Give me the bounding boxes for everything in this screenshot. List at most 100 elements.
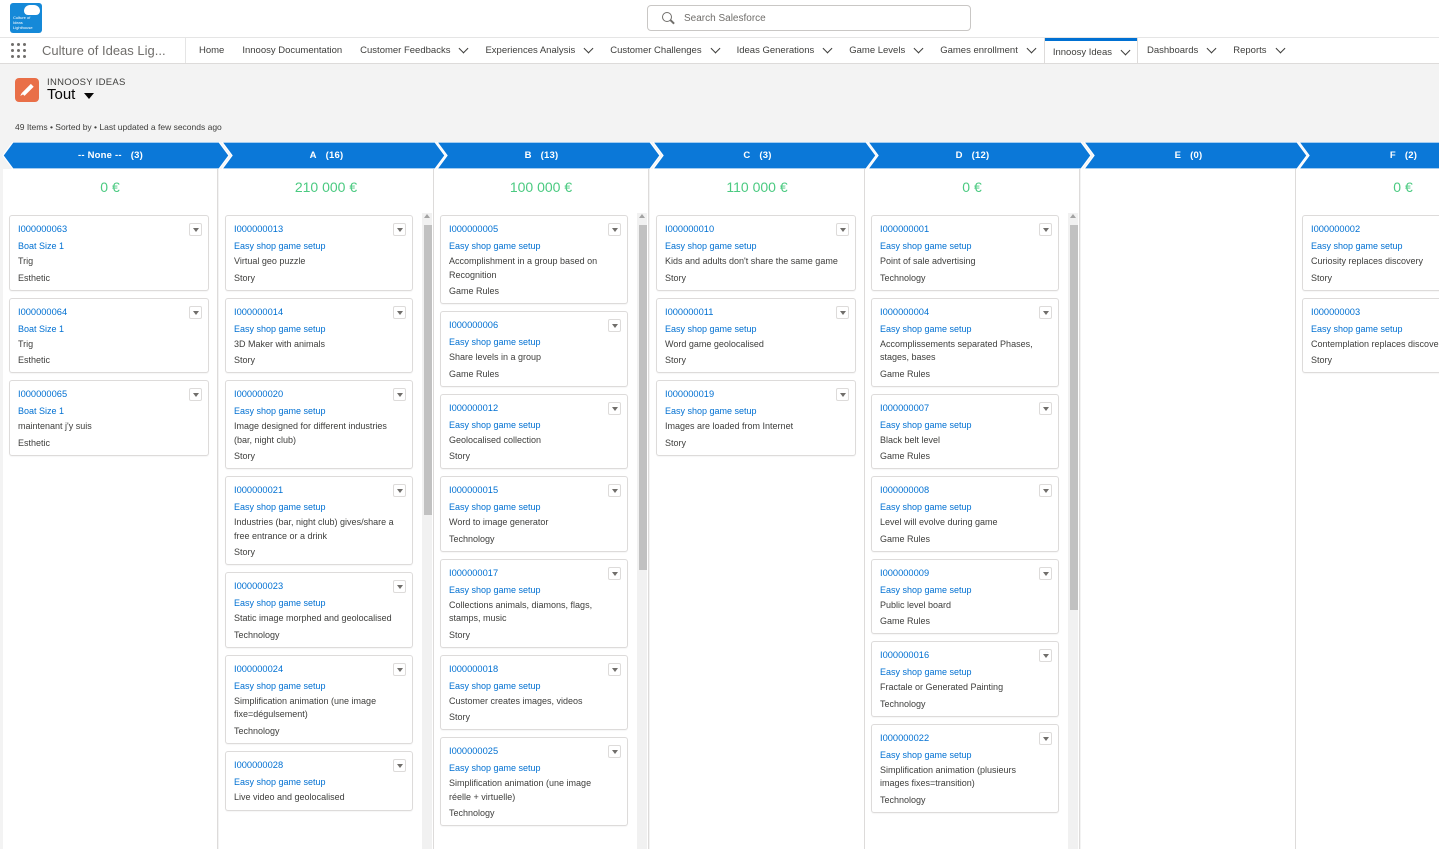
card-menu-button[interactable] <box>608 319 621 332</box>
scrollbar-thumb[interactable] <box>1070 225 1078 610</box>
card-menu-button[interactable] <box>836 305 849 319</box>
record-parent-link[interactable]: Easy shop game setup <box>665 240 847 252</box>
record-card[interactable]: I000000012 Easy shop game setup Geolocalis… <box>440 393 628 469</box>
nav-tab[interactable]: Dashboards <box>1138 38 1224 63</box>
nav-tab[interactable]: Customer Feedbacks <box>351 38 476 63</box>
card-menu-button[interactable] <box>393 580 406 593</box>
record-id-link[interactable]: I000000004 <box>880 306 1050 318</box>
card-menu-button[interactable] <box>1039 484 1052 497</box>
scroll-up-icon[interactable] <box>639 214 645 218</box>
card-menu-button[interactable] <box>393 484 406 497</box>
record-id-link[interactable]: I000000017 <box>449 567 619 579</box>
chevron-down-icon[interactable] <box>583 43 594 54</box>
chevron-down-icon[interactable] <box>822 43 833 54</box>
card-menu-button[interactable] <box>393 388 406 401</box>
card-menu-button[interactable] <box>608 401 621 415</box>
nav-tab[interactable]: Ideas Generations <box>728 38 841 63</box>
record-parent-link[interactable]: Easy shop game setup <box>665 405 847 417</box>
nav-tab[interactable]: Game Levels <box>840 38 931 63</box>
stage-label[interactable]: C (3) <box>650 142 865 169</box>
record-card[interactable]: I000000020 Easy shop game setup Image desi… <box>225 380 413 469</box>
chevron-down-icon[interactable] <box>1026 43 1037 54</box>
record-id-link[interactable]: I000000025 <box>449 745 619 757</box>
card-menu-button[interactable] <box>608 662 621 676</box>
record-card[interactable]: I000000002 Easy shop game setup Curiosity … <box>1302 215 1439 291</box>
scrollbar-thumb[interactable] <box>424 225 432 515</box>
card-menu-button[interactable] <box>1039 649 1052 662</box>
record-id-link[interactable]: I000000024 <box>234 663 404 675</box>
record-id-link[interactable]: I000000006 <box>449 319 619 331</box>
record-id-link[interactable]: I000000008 <box>880 484 1050 496</box>
record-card[interactable]: I000000013 Easy shop game setup Virtual ge… <box>225 215 413 291</box>
chevron-down-icon[interactable] <box>1206 43 1217 54</box>
record-card[interactable]: I000000063 Boat Size 1 Trig Esthetic <box>9 215 209 291</box>
record-parent-link[interactable]: Boat Size 1 <box>18 240 200 252</box>
card-menu-button[interactable] <box>1039 566 1052 580</box>
record-id-link[interactable]: I000000019 <box>665 388 847 400</box>
record-parent-link[interactable]: Easy shop game setup <box>449 680 619 692</box>
record-parent-link[interactable]: Easy shop game setup <box>449 336 619 348</box>
column-scrollbar[interactable] <box>422 213 432 849</box>
record-parent-link[interactable]: Easy shop game setup <box>449 501 619 513</box>
search-input[interactable] <box>684 9 964 27</box>
record-card[interactable]: I000000010 Easy shop game setup Kids and a… <box>656 215 856 291</box>
record-parent-link[interactable]: Easy shop game setup <box>1311 240 1439 252</box>
record-parent-link[interactable]: Easy shop game setup <box>234 597 404 609</box>
record-card[interactable]: I000000005 Easy shop game setup Accomplish… <box>440 215 628 304</box>
chevron-down-icon[interactable] <box>913 43 924 54</box>
record-card[interactable]: I000000009 Easy shop game setup Public lev… <box>871 558 1059 634</box>
record-id-link[interactable]: I000000015 <box>449 484 619 496</box>
chevron-down-icon[interactable] <box>710 43 721 54</box>
record-card[interactable]: I000000018 Easy shop game setup Customer c… <box>440 654 628 730</box>
card-menu-button[interactable] <box>189 388 202 401</box>
record-parent-link[interactable]: Easy shop game setup <box>449 762 619 774</box>
record-parent-link[interactable]: Easy shop game setup <box>880 501 1050 513</box>
record-parent-link[interactable]: Easy shop game setup <box>880 419 1050 431</box>
nav-tab[interactable]: Games enrollment <box>931 38 1044 63</box>
record-parent-link[interactable]: Easy shop game setup <box>880 584 1050 596</box>
card-menu-button[interactable] <box>1039 223 1052 236</box>
stage-label[interactable]: -- None -- (3) <box>3 142 218 169</box>
card-menu-button[interactable] <box>608 566 621 580</box>
record-card[interactable]: I000000025 Easy shop game setup Simplifica… <box>440 737 628 826</box>
record-card[interactable]: I000000011 Easy shop game setup Word game … <box>656 297 856 373</box>
record-card[interactable]: I000000016 Easy shop game setup Fractale o… <box>871 641 1059 717</box>
record-id-link[interactable]: I000000021 <box>234 484 404 496</box>
scroll-up-icon[interactable] <box>424 214 430 218</box>
card-menu-button[interactable] <box>393 662 406 676</box>
record-card[interactable]: I000000014 Easy shop game setup 3D Maker w… <box>225 297 413 373</box>
column-scrollbar[interactable] <box>1068 213 1078 849</box>
record-id-link[interactable]: I000000016 <box>880 649 1050 661</box>
record-card[interactable]: I000000028 Easy shop game setup Live video… <box>225 750 413 811</box>
record-card[interactable]: I000000024 Easy shop game setup Simplifica… <box>225 654 413 744</box>
record-id-link[interactable]: I000000003 <box>1311 306 1439 318</box>
card-menu-button[interactable] <box>608 223 621 236</box>
record-parent-link[interactable]: Boat Size 1 <box>18 405 200 417</box>
record-card[interactable]: I000000004 Easy shop game setup Accompliss… <box>871 297 1059 387</box>
card-menu-button[interactable] <box>836 223 849 236</box>
record-card[interactable]: I000000021 Easy shop game setup Industries… <box>225 476 413 565</box>
record-parent-link[interactable]: Easy shop game setup <box>234 240 404 252</box>
record-id-link[interactable]: I000000064 <box>18 306 200 318</box>
stage-label[interactable]: F (2) <box>1296 142 1439 169</box>
record-id-link[interactable]: I000000002 <box>1311 223 1439 235</box>
record-parent-link[interactable]: Easy shop game setup <box>880 666 1050 678</box>
stage-label[interactable]: B (13) <box>434 142 649 169</box>
card-menu-button[interactable] <box>608 484 621 497</box>
record-parent-link[interactable]: Easy shop game setup <box>449 240 619 252</box>
stage-label[interactable]: E (0) <box>1081 142 1296 169</box>
record-id-link[interactable]: I000000065 <box>18 388 200 400</box>
record-id-link[interactable]: I000000013 <box>234 223 404 235</box>
record-parent-link[interactable]: Easy shop game setup <box>880 240 1050 252</box>
record-parent-link[interactable]: Easy shop game setup <box>234 680 404 692</box>
card-menu-button[interactable] <box>189 223 202 236</box>
nav-tab[interactable]: Customer Challenges <box>601 38 727 63</box>
record-parent-link[interactable]: Easy shop game setup <box>880 323 1050 335</box>
record-card[interactable]: I000000019 Easy shop game setup Images are… <box>656 380 856 456</box>
record-parent-link[interactable]: Easy shop game setup <box>665 323 847 335</box>
record-parent-link[interactable]: Easy shop game setup <box>449 419 619 431</box>
nav-tab[interactable]: Home <box>190 38 233 63</box>
card-menu-button[interactable] <box>393 758 406 772</box>
nav-tab[interactable]: Innoosy Ideas <box>1043 38 1139 63</box>
app-launcher[interactable] <box>0 38 36 63</box>
